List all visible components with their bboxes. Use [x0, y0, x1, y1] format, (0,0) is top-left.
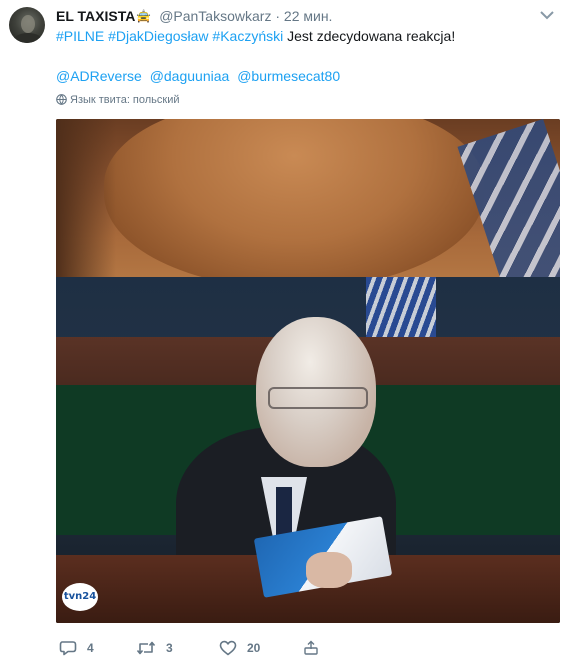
- tweet-timestamp[interactable]: 22 мин.: [284, 8, 333, 24]
- shadow-edge: [56, 119, 116, 277]
- language-label: Язык твита: польский: [70, 94, 180, 106]
- more-button[interactable]: [303, 638, 321, 658]
- cat-fur: [104, 119, 484, 289]
- tweet-text-body: Jest zdecydowana reakcja!: [287, 28, 456, 44]
- reply-count: 4: [87, 641, 94, 655]
- heart-icon: [219, 640, 237, 656]
- man-glasses: [268, 387, 368, 409]
- retweet-icon: [136, 641, 156, 655]
- man-hand: [306, 552, 352, 588]
- avatar-shoulders: [13, 33, 43, 43]
- author-handle[interactable]: @PanTaksowkarz: [159, 8, 271, 24]
- tweet-photo[interactable]: tvn24: [56, 119, 560, 623]
- chevron-down-icon[interactable]: [539, 8, 555, 22]
- cat-fur-image: [56, 119, 560, 299]
- retweet-button[interactable]: 3: [136, 638, 173, 658]
- reply-button[interactable]: 4: [59, 638, 94, 658]
- tweet-header: EL TAXISTA🚖 @PanTaksowkarz · 22 мин.: [56, 7, 537, 25]
- hashtag-pilne[interactable]: #PILNE: [56, 28, 104, 44]
- mention-adreverse[interactable]: @ADReverse: [56, 68, 142, 84]
- taxi-emoji: 🚖: [136, 9, 152, 23]
- more-icon: [304, 640, 318, 655]
- hashtag-djakdiegoslaw[interactable]: #DjakDiegosław: [108, 28, 208, 44]
- tv-screen-image: tvn24: [56, 277, 560, 623]
- tweet-actions: 4 3 20: [56, 638, 476, 658]
- tweet-language: Язык твита: польский: [56, 93, 180, 107]
- like-count: 20: [247, 641, 261, 655]
- reply-icon: [59, 641, 77, 656]
- avatar-face: [21, 15, 35, 33]
- globe-icon: [56, 94, 67, 105]
- header-separator: ·: [275, 8, 281, 24]
- tweet-text: #PILNE #DjakDiegosław #Kaczyński Jest zd…: [56, 27, 455, 45]
- avatar[interactable]: [9, 7, 45, 43]
- tv-channel-logo: tvn24: [62, 583, 98, 611]
- mention-daguuniaa[interactable]: @daguuniaa: [150, 68, 230, 84]
- like-button[interactable]: 20: [219, 638, 260, 658]
- retweet-count: 3: [166, 641, 173, 655]
- author-name[interactable]: EL TAXISTA: [56, 8, 135, 24]
- mentions: @ADReverse @daguuniaa @burmesecat80: [56, 67, 344, 85]
- mention-burmesecat80[interactable]: @burmesecat80: [237, 68, 340, 84]
- hashtag-kaczynski[interactable]: #Kaczyński: [212, 28, 283, 44]
